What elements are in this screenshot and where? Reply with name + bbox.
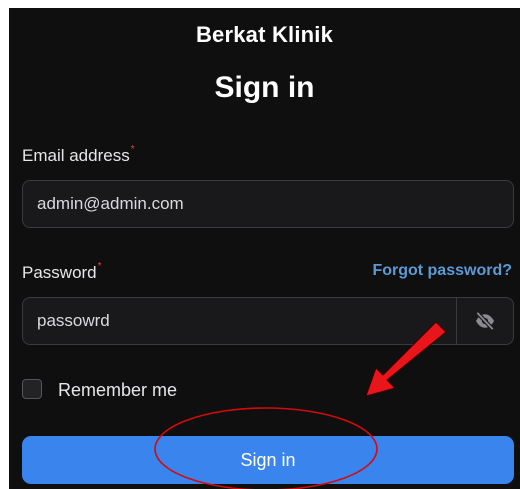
- forgot-password-link[interactable]: Forgot password?: [372, 262, 512, 280]
- password-label: Password*: [22, 261, 102, 283]
- eye-slash-icon: [475, 312, 495, 330]
- sign-in-button[interactable]: Sign in: [22, 436, 514, 484]
- password-field[interactable]: [37, 298, 443, 344]
- email-required-mark: *: [130, 144, 135, 155]
- remember-me-checkbox[interactable]: [22, 379, 42, 399]
- password-required-mark: *: [97, 261, 102, 272]
- email-field[interactable]: [37, 181, 499, 227]
- email-label: Email address*: [22, 144, 135, 166]
- password-label-text: Password: [22, 263, 97, 282]
- sign-in-panel: Berkat Klinik Sign in Email address* Pas…: [9, 8, 520, 489]
- brand-name: Berkat Klinik: [195, 22, 334, 47]
- email-label-text: Email address: [22, 146, 130, 165]
- remember-me-label[interactable]: Remember me: [58, 380, 177, 401]
- password-field-box[interactable]: [22, 297, 514, 345]
- email-field-box[interactable]: [22, 180, 514, 228]
- page-title: Sign in: [214, 71, 315, 104]
- toggle-password-visibility-button[interactable]: [456, 298, 513, 344]
